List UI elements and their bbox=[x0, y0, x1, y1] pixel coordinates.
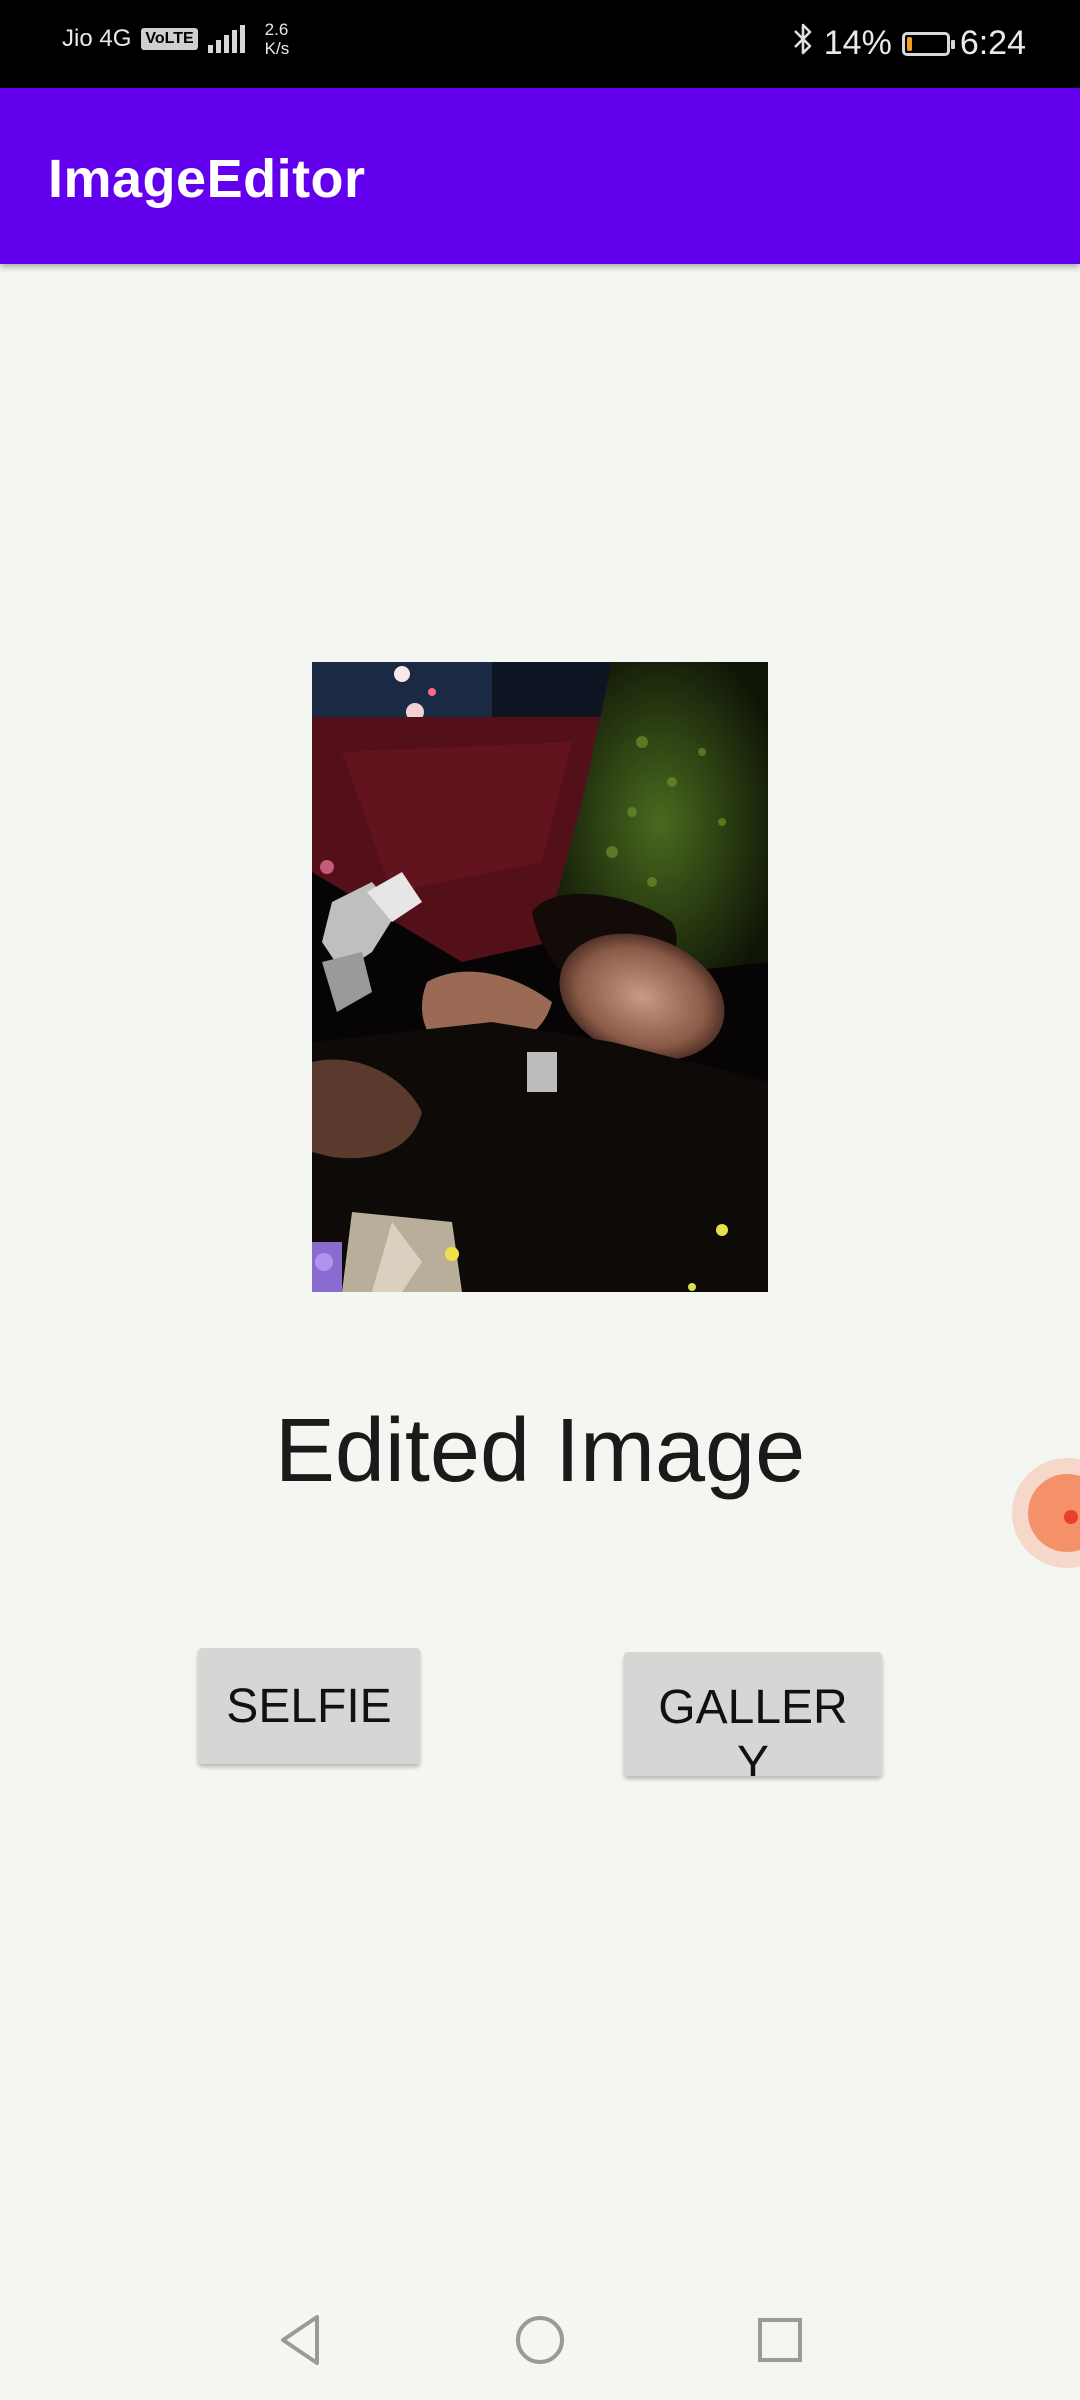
recents-icon[interactable] bbox=[750, 2310, 810, 2370]
network-speed: 2.6 K/s bbox=[265, 20, 290, 58]
edited-image-label: Edited Image bbox=[274, 1401, 806, 1501]
app-title: ImageEditor bbox=[48, 149, 366, 209]
gallery-button[interactable]: GALLERY bbox=[624, 1652, 882, 1776]
floating-bubble-dot bbox=[1064, 1510, 1078, 1524]
signal-icon bbox=[207, 25, 245, 53]
status-bar: Jio 4G VoLTE 2.6 K/s 14% 6:24 bbox=[0, 0, 1080, 88]
battery-icon bbox=[901, 31, 955, 56]
bluetooth-icon bbox=[792, 22, 814, 65]
edited-image-view bbox=[312, 662, 768, 1292]
back-icon[interactable] bbox=[270, 2310, 330, 2370]
network-speed-unit: K/s bbox=[264, 39, 290, 58]
carrier-label: Jio 4G bbox=[62, 25, 132, 52]
home-icon[interactable] bbox=[510, 2310, 570, 2370]
network-speed-value: 2.6 bbox=[264, 20, 289, 39]
floating-bubble-inner bbox=[1028, 1474, 1080, 1552]
selfie-button[interactable]: SELFIE bbox=[198, 1648, 420, 1764]
app-bar: ImageEditor bbox=[0, 88, 1080, 264]
battery-percent: 14% bbox=[823, 24, 892, 62]
status-left: Jio 4G VoLTE 2.6 K/s bbox=[62, 20, 289, 58]
volte-badge: VoLTE bbox=[141, 28, 198, 50]
status-right: 14% 6:24 bbox=[792, 22, 1026, 65]
battery-level bbox=[906, 36, 912, 51]
screen: Jio 4G VoLTE 2.6 K/s 14% 6:24 ImageEdito… bbox=[0, 0, 1080, 2400]
clock: 6:24 bbox=[959, 24, 1026, 62]
gallery-button-label: GALLERY bbox=[658, 1681, 848, 1776]
navigation-bar bbox=[0, 2270, 1080, 2400]
